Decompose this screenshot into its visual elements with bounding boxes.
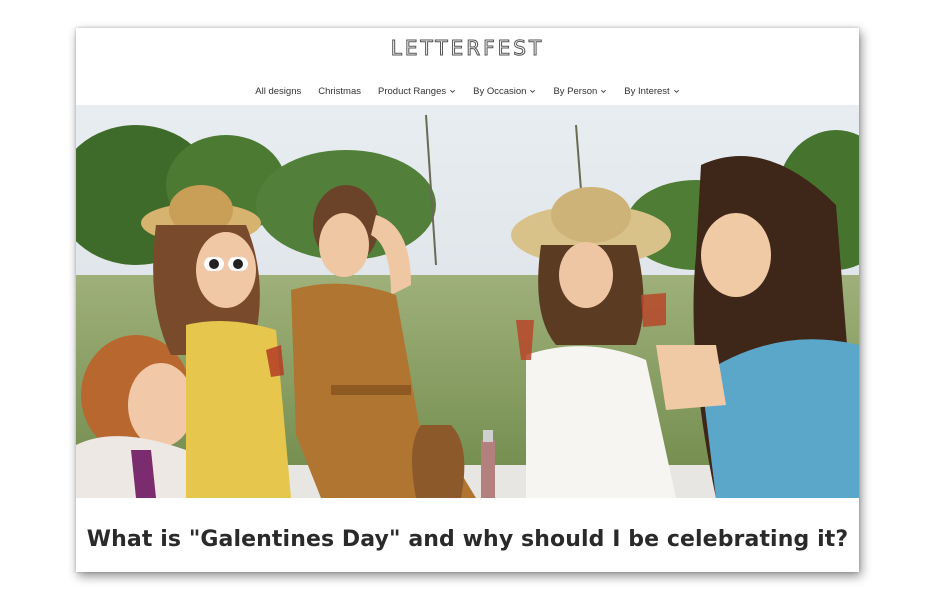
nav-item-all-designs[interactable]: All designs [255,82,301,100]
chevron-down-icon [673,89,679,93]
page-card: LETTERFEST All designs Christmas Product… [76,28,859,572]
article-title[interactable]: What is "Galentines Day" and why should … [76,527,859,552]
hero-image [76,105,859,498]
nav-item-by-person[interactable]: By Person [553,82,607,100]
chevron-down-icon [601,89,607,93]
chevron-down-icon [530,89,536,93]
nav-item-label: Product Ranges [378,85,447,97]
nav-item-label: By Occasion [473,85,527,97]
main-nav: All designs Christmas Product Ranges By … [76,82,859,100]
hero-photo-illustration [76,105,859,498]
nav-item-by-occasion[interactable]: By Occasion [473,82,536,100]
site-logo[interactable]: LETTERFEST [76,36,859,61]
site-header: LETTERFEST All designs Christmas Product… [76,28,859,105]
chevron-down-icon [450,89,456,93]
nav-item-label: Christmas [318,85,361,97]
nav-item-by-interest[interactable]: By Interest [624,82,679,100]
article-title-area: What is "Galentines Day" and why should … [76,498,859,572]
nav-item-label: By Interest [624,85,670,97]
nav-item-label: All designs [255,85,302,97]
nav-item-product-ranges[interactable]: Product Ranges [378,82,456,100]
nav-item-christmas[interactable]: Christmas [318,82,361,100]
nav-item-label: By Person [553,85,598,97]
